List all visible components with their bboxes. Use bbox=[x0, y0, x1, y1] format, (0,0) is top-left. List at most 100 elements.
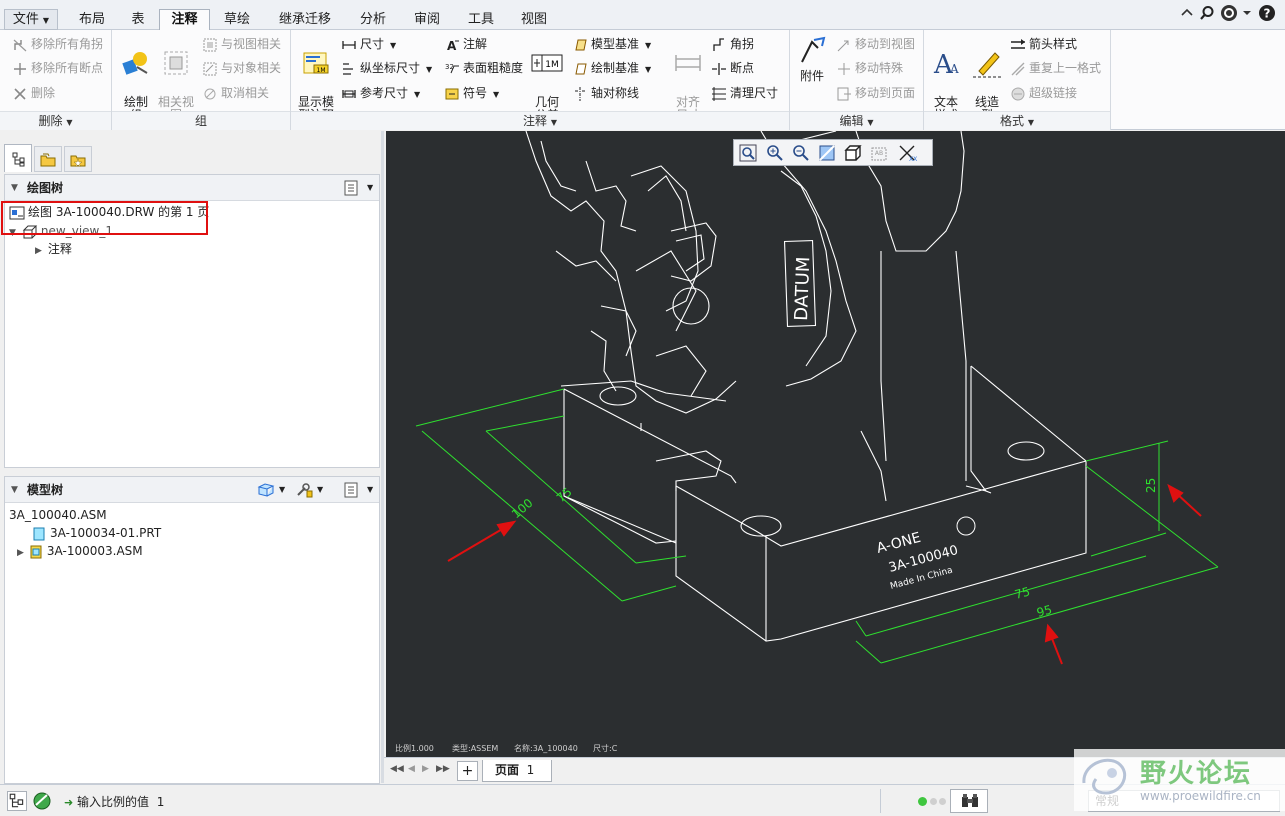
collapse-triangle-icon[interactable]: ▼ bbox=[11, 477, 18, 503]
jog-button[interactable]: 角拐 bbox=[711, 34, 754, 54]
favorites-tab[interactable] bbox=[64, 146, 92, 172]
chevron-down-icon[interactable]: ▼ bbox=[317, 477, 323, 503]
expand-triangle-icon[interactable]: ▶ bbox=[17, 548, 24, 558]
tree-settings-icon[interactable] bbox=[343, 482, 359, 498]
annotation-display-button[interactable]: AB bbox=[868, 142, 890, 164]
draw-group-button[interactable]: 绘制 组 bbox=[116, 34, 156, 122]
model-tree-asm-item[interactable]: ▶ 3A-100003.ASM bbox=[17, 542, 143, 560]
tab-tools[interactable]: 工具 bbox=[455, 9, 507, 30]
relate-to-object-label: 与对象相关 bbox=[221, 61, 282, 75]
zoom-in-button[interactable] bbox=[764, 142, 786, 164]
surface-finish-button[interactable]: 32 表面粗糙度 bbox=[444, 58, 523, 78]
draft-datum-button[interactable]: 绘制基准 ▼ bbox=[572, 58, 651, 78]
toggle-browser-button[interactable] bbox=[32, 791, 52, 811]
chevron-down-icon: ▼ bbox=[414, 90, 421, 99]
chevron-down-icon[interactable]: ▼ bbox=[367, 477, 373, 503]
format-group-label[interactable]: 格式 ▼ bbox=[924, 111, 1110, 130]
expand-triangle-icon[interactable]: ▶ bbox=[35, 246, 42, 256]
symbol-button[interactable]: 符号 ▼ bbox=[444, 83, 499, 103]
display-style-button[interactable] bbox=[842, 142, 864, 164]
last-page-icon[interactable]: ▶▶ bbox=[436, 764, 450, 774]
symmetry-line-button[interactable]: 轴对称线 bbox=[572, 83, 639, 103]
model-tree-root[interactable]: 3A_100040.ASM bbox=[9, 506, 107, 524]
delete-group-label[interactable]: 删除 ▼ bbox=[0, 111, 111, 130]
text-style-button[interactable]: AA 文本 样式 bbox=[926, 34, 966, 122]
remove-all-jogs-button[interactable]: 移除所有角拐 bbox=[12, 34, 103, 54]
tree-tools-icon[interactable] bbox=[295, 482, 313, 498]
annotate-group: 1M 显示模 型注释 尺寸▼ 纵坐标尺寸▼ 参考尺寸▼ A注解 32表面粗糙度 … bbox=[291, 30, 790, 130]
reference-dimension-button[interactable]: 参考尺寸 ▼ bbox=[341, 83, 420, 103]
chevron-down-icon[interactable]: ▼ bbox=[367, 175, 373, 201]
tab-layout[interactable]: 布局 bbox=[66, 9, 118, 30]
folder-browser-tab[interactable] bbox=[34, 146, 62, 172]
align-dimensions-button[interactable]: 对齐 尺寸 bbox=[667, 34, 709, 122]
cleanup-dimensions-button[interactable]: 清理尺寸 bbox=[711, 83, 778, 103]
graphics-window[interactable]: DATUM A-ONE 3A-100040 Made In China 100 … bbox=[386, 131, 1285, 757]
repaint-icon bbox=[819, 145, 835, 161]
tree-settings-icon[interactable] bbox=[343, 180, 359, 196]
tab-annotate[interactable]: 注释 bbox=[159, 9, 210, 30]
dimension-button[interactable]: 尺寸 ▼ bbox=[341, 34, 396, 54]
datum-display-button[interactable]: XX bbox=[896, 142, 918, 164]
refit-button[interactable] bbox=[737, 142, 759, 164]
collapse-triangle-icon[interactable]: ▼ bbox=[11, 175, 18, 201]
move-special-button[interactable]: 移动特殊 bbox=[836, 58, 903, 78]
prev-page-icon[interactable]: ◀ bbox=[408, 764, 415, 774]
model-tree-tab[interactable] bbox=[4, 144, 32, 172]
search-icon[interactable] bbox=[1199, 5, 1215, 21]
edit-group-title: 编辑 bbox=[839, 114, 864, 128]
model-datum-button[interactable]: 模型基准 ▼ bbox=[572, 34, 651, 54]
tab-sketch[interactable]: 草绘 bbox=[211, 9, 263, 30]
edit-group-label[interactable]: 编辑 ▼ bbox=[790, 111, 923, 130]
related-view-button[interactable]: 相关视 图 bbox=[156, 34, 196, 122]
relate-to-view-button[interactable]: 与视图相关 bbox=[202, 34, 281, 54]
model-tree-asm-label: 3A-100003.ASM bbox=[46, 544, 143, 558]
break-button[interactable]: 断点 bbox=[711, 58, 754, 78]
tab-view[interactable]: 视图 bbox=[509, 9, 559, 30]
annotate-group-label[interactable]: 注释 ▼ bbox=[291, 111, 789, 130]
toggle-navigator-button[interactable] bbox=[7, 791, 27, 811]
page-tab-number: 1 bbox=[526, 763, 535, 777]
repaint-button[interactable] bbox=[816, 142, 838, 164]
hyperlink-button[interactable]: 超级链接 bbox=[1010, 83, 1077, 103]
first-page-icon[interactable]: ◀◀ bbox=[390, 764, 404, 774]
move-to-sheet-button[interactable]: 移动到页面 bbox=[836, 83, 915, 103]
chevron-down-icon[interactable]: ▼ bbox=[279, 477, 285, 503]
model-tree-part-item[interactable]: 3A-100034-01.PRT bbox=[31, 524, 161, 542]
dim-25-label: 25 bbox=[1144, 478, 1158, 493]
file-menu-button[interactable]: 文件 ▼ bbox=[4, 9, 58, 30]
related-view-icon bbox=[164, 51, 188, 75]
geometric-tolerance-button[interactable]: 1M 几何 公差 bbox=[529, 34, 565, 122]
annotations-item[interactable]: ▶ 注释 bbox=[35, 240, 72, 258]
dropdown-icon[interactable] bbox=[1242, 8, 1252, 18]
attach-button[interactable]: 附件 bbox=[794, 34, 830, 83]
line-style-button[interactable]: 线造 型 bbox=[966, 34, 1008, 122]
show-model-annotations-button[interactable]: 1M 显示模 型注释 bbox=[293, 34, 339, 122]
unrelate-button[interactable]: 取消相关 bbox=[202, 83, 269, 103]
tab-review[interactable]: 审阅 bbox=[401, 9, 453, 30]
panel-splitter[interactable] bbox=[381, 131, 384, 783]
help-icon[interactable]: ? bbox=[1258, 4, 1276, 22]
tab-analysis[interactable]: 分析 bbox=[347, 9, 399, 30]
add-page-button[interactable]: + bbox=[457, 761, 478, 781]
model-tree-root-label: 3A_100040.ASM bbox=[9, 508, 107, 522]
tab-legacy-migration[interactable]: 继承迁移 bbox=[265, 9, 345, 30]
note-button[interactable]: A 注解 bbox=[444, 34, 487, 54]
page-tab[interactable]: 页面 1 bbox=[482, 760, 552, 782]
chevron-down-icon: ▼ bbox=[867, 118, 874, 127]
show-model-icon[interactable] bbox=[257, 482, 275, 498]
collapse-ribbon-icon[interactable] bbox=[1180, 6, 1194, 20]
community-icon[interactable] bbox=[1220, 4, 1238, 22]
repeat-last-format-button[interactable]: 重复上一格式 bbox=[1010, 58, 1101, 78]
arrow-style-button[interactable]: 箭头样式 bbox=[1010, 34, 1077, 54]
next-page-icon[interactable]: ▶ bbox=[422, 764, 429, 774]
delete-button[interactable]: 删除 bbox=[12, 83, 55, 103]
relate-to-object-button[interactable]: 与对象相关 bbox=[202, 58, 281, 78]
remove-all-breaks-button[interactable]: 移除所有断点 bbox=[12, 58, 103, 78]
find-button[interactable] bbox=[950, 789, 988, 813]
move-to-view-button[interactable]: 移动到视图 bbox=[836, 34, 915, 54]
ordinate-dimension-button[interactable]: 纵坐标尺寸 ▼ bbox=[341, 58, 432, 78]
zoom-out-button[interactable] bbox=[790, 142, 812, 164]
ordinate-dimension-icon bbox=[343, 62, 353, 75]
tab-table[interactable]: 表 bbox=[118, 9, 158, 30]
